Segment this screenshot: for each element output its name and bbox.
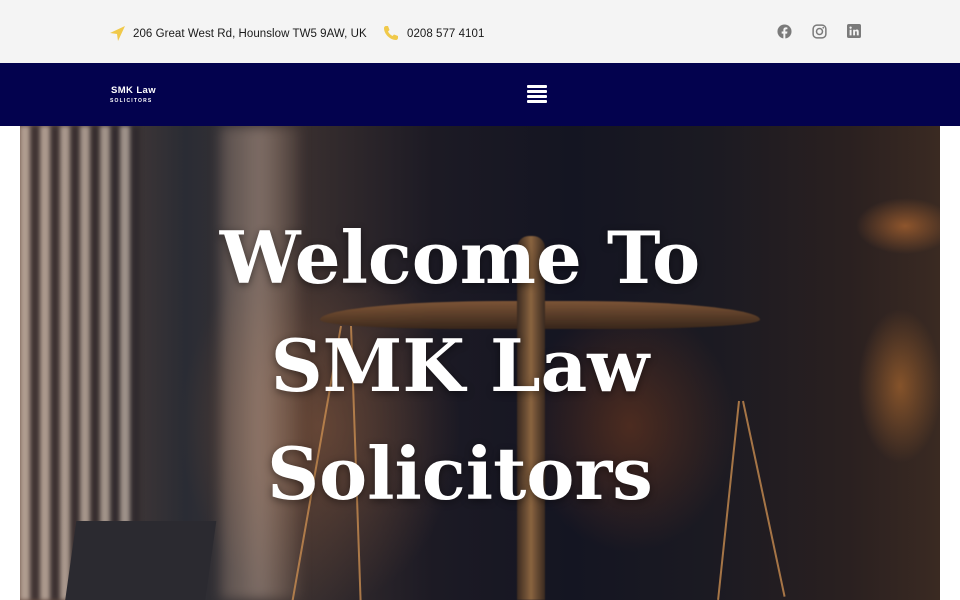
phone-icon [383, 25, 400, 42]
address-info[interactable]: 206 Great West Rd, Hounslow TW5 9AW, UK [109, 25, 367, 42]
hero-headline: Welcome To SMK Law Solicitors [219, 215, 701, 516]
site-logo[interactable]: SMK Law SOLICITORS [109, 85, 181, 107]
hero-background-laptop [63, 521, 217, 600]
linkedin-icon [847, 24, 861, 38]
instagram-link[interactable] [811, 23, 827, 39]
linkedin-link[interactable] [846, 23, 862, 39]
logo-wordmark: SMK Law [111, 85, 157, 96]
address-text: 206 Great West Rd, Hounslow TW5 9AW, UK [133, 27, 367, 40]
scale-chain-right-2 [742, 400, 786, 597]
hamburger-menu-icon[interactable] [526, 83, 548, 105]
instagram-icon [811, 23, 827, 39]
location-arrow-icon [109, 25, 126, 42]
facebook-icon [776, 23, 792, 39]
facebook-link[interactable] [776, 23, 792, 39]
scale-chain-right [717, 400, 740, 600]
phone-text: 0208 577 4101 [407, 27, 485, 40]
phone-info[interactable]: 0208 577 4101 [383, 25, 484, 42]
top-contact-bar: 206 Great West Rd, Hounslow TW5 9AW, UK … [0, 0, 960, 63]
logo-subtitle: SOLICITORS [110, 98, 153, 104]
